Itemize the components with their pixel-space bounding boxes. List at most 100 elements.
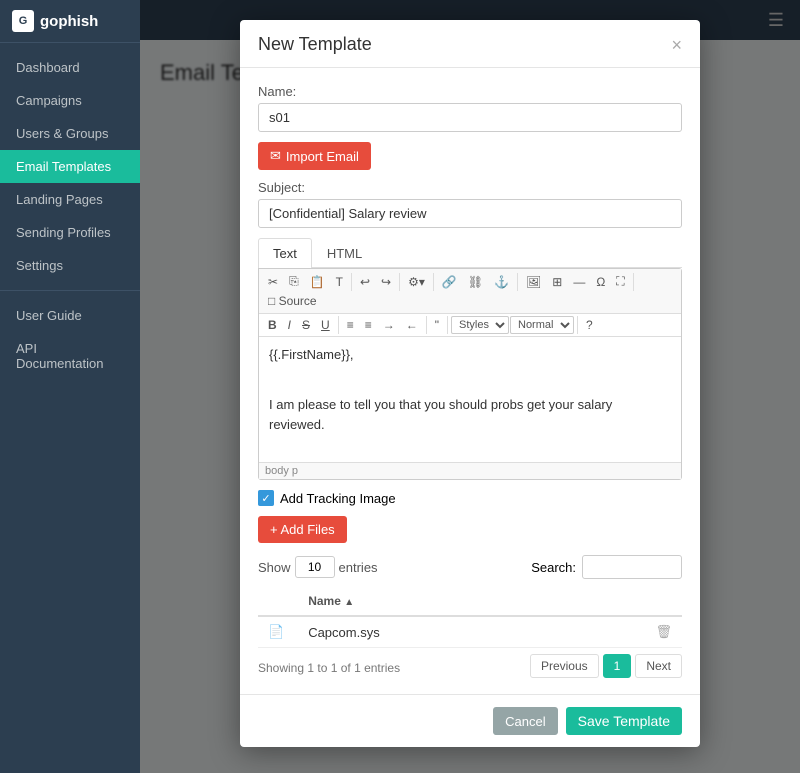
sidebar-item-campaigns[interactable]: Campaigns <box>0 84 140 117</box>
sidebar-item-users-groups[interactable]: Users & Groups <box>0 117 140 150</box>
import-btn-row: ✉ Import Email <box>258 142 682 170</box>
files-table: Name 📄 Capcom.sys <box>258 587 682 648</box>
editor-toolbar-2: B I S U ≡ ≡ → ← " <box>259 314 681 337</box>
modal-title: New Template <box>258 34 372 55</box>
col-icon <box>258 587 298 616</box>
editor-content-area[interactable]: {{.FirstName}}, I am please to tell you … <box>259 337 681 462</box>
cut-btn[interactable]: ✂ <box>263 273 283 291</box>
next-button[interactable]: Next <box>635 654 682 678</box>
file-icon: 📄 <box>268 624 284 639</box>
show-entries-row: Show entries <box>258 556 378 578</box>
sidebar-item-dashboard[interactable]: Dashboard <box>0 51 140 84</box>
sidebar-item-api-docs[interactable]: API Documentation <box>0 332 140 380</box>
outdent-btn[interactable]: ← <box>401 316 423 334</box>
files-table-body: 📄 Capcom.sys 🗑 <box>258 616 682 648</box>
modal-body: Name: ✉ Import Email Subject: Tex <box>240 68 700 694</box>
sep8 <box>447 316 448 334</box>
paste-btn[interactable]: 📋 <box>305 273 330 291</box>
editor-wrapper: ✂ ⎘ 📋 T ↩ ↪ ⚙▾ 🔗 ⛓ ⚓ <box>258 268 682 480</box>
sidebar-item-landing-pages[interactable]: Landing Pages <box>0 183 140 216</box>
sidebar-item-user-guide[interactable]: User Guide <box>0 299 140 332</box>
show-label: Show <box>258 560 291 575</box>
blockquote-btn[interactable]: " <box>430 316 444 334</box>
sidebar-item-settings[interactable]: Settings <box>0 249 140 282</box>
showing-text: Showing 1 to 1 of 1 entries <box>258 661 400 675</box>
editor-toolbar-1: ✂ ⎘ 📋 T ↩ ↪ ⚙▾ 🔗 ⛓ ⚓ <box>259 269 681 314</box>
entries-label: entries <box>339 560 378 575</box>
strikethrough-btn[interactable]: S <box>297 316 315 334</box>
subject-input[interactable] <box>258 199 682 228</box>
add-files-button[interactable]: + Add Files <box>258 516 347 543</box>
tracking-checkbox[interactable]: ✓ <box>258 490 274 506</box>
new-template-modal: New Template × Name: ✉ Import Email Subj… <box>240 20 700 747</box>
tracking-row: ✓ Add Tracking Image <box>258 490 682 506</box>
name-label: Name: <box>258 84 682 99</box>
name-input[interactable] <box>258 103 682 132</box>
cancel-button[interactable]: Cancel <box>493 707 557 735</box>
source-btn[interactable]: □ Source <box>263 292 322 310</box>
image-btn[interactable]: 🖼 <box>521 273 546 291</box>
file-name-cell: Capcom.sys <box>298 616 645 648</box>
save-template-button[interactable]: Save Template <box>566 707 682 735</box>
sep5 <box>633 273 634 291</box>
table-btn[interactable]: ⊞ <box>547 273 567 291</box>
underline-btn[interactable]: U <box>316 316 335 334</box>
undo-btn[interactable]: ↩ <box>355 273 375 291</box>
ol-btn[interactable]: ≡ <box>342 316 359 334</box>
editor-line-1: {{.FirstName}}, <box>269 345 671 366</box>
sidebar-divider <box>0 290 140 291</box>
modal-footer: Cancel Save Template <box>240 694 700 747</box>
table-row: 📄 Capcom.sys 🗑 <box>258 616 682 648</box>
editor-statusbar: body p <box>259 462 681 479</box>
styles-dropdown-btn[interactable]: ⚙▾ <box>403 273 430 291</box>
sep1 <box>351 273 352 291</box>
sep4 <box>517 273 518 291</box>
sidebar-item-email-templates[interactable]: Email Templates <box>0 150 140 183</box>
subject-label: Subject: <box>258 180 682 195</box>
italic-btn[interactable]: I <box>283 316 296 334</box>
search-row: Search: <box>531 555 682 579</box>
ul-btn[interactable]: ≡ <box>360 316 377 334</box>
sep9 <box>577 316 578 334</box>
help-btn[interactable]: ? <box>581 316 598 334</box>
unlink-btn[interactable]: ⛓ <box>463 273 488 291</box>
editor-body[interactable]: {{.FirstName}}, I am please to tell you … <box>259 337 681 462</box>
styles-select[interactable]: Styles <box>451 316 509 334</box>
prev-button[interactable]: Previous <box>530 654 599 678</box>
col-name[interactable]: Name <box>298 587 645 616</box>
tab-text[interactable]: Text <box>258 238 312 268</box>
sep3 <box>433 273 434 291</box>
special-btn[interactable]: Ω <box>591 273 610 291</box>
logo-icon: G <box>12 10 34 32</box>
file-icon-cell: 📄 <box>258 616 298 648</box>
sidebar-item-sending-profiles[interactable]: Sending Profiles <box>0 216 140 249</box>
modal-header: New Template × <box>240 20 700 68</box>
page-1-button[interactable]: 1 <box>603 654 632 678</box>
hr-btn[interactable]: — <box>568 273 590 291</box>
editor-line-4 <box>269 440 671 461</box>
editor-line-2 <box>269 370 671 391</box>
paste-text-btn[interactable]: T <box>331 273 348 291</box>
app-name: gophish <box>40 13 98 30</box>
import-email-button[interactable]: ✉ Import Email <box>258 142 371 170</box>
indent-btn[interactable]: → <box>378 316 400 334</box>
main-area: ☰ Email Templates New Template × Name: ✉… <box>140 0 800 773</box>
redo-btn[interactable]: ↪ <box>376 273 396 291</box>
files-search-input[interactable] <box>582 555 682 579</box>
copy-btn[interactable]: ⎘ <box>284 272 304 291</box>
bold-btn[interactable]: B <box>263 316 282 334</box>
modal-overlay: New Template × Name: ✉ Import Email Subj… <box>140 0 800 773</box>
tracking-label: Add Tracking Image <box>280 491 396 506</box>
delete-file-button[interactable]: 🗑 <box>655 624 672 639</box>
tab-html[interactable]: HTML <box>312 238 377 268</box>
close-button[interactable]: × <box>671 36 682 54</box>
anchor-btn[interactable]: ⚓ <box>489 273 514 291</box>
sep6 <box>338 316 339 334</box>
files-pagination: Previous 1 Next <box>530 654 682 678</box>
sidebar: G gophish Dashboard Campaigns Users & Gr… <box>0 0 140 773</box>
fullscreen-btn[interactable]: ⛶ <box>611 272 629 291</box>
files-table-header-row: Name <box>258 587 682 616</box>
show-entries-input[interactable] <box>295 556 335 578</box>
format-select[interactable]: Normal <box>510 316 574 334</box>
link-btn[interactable]: 🔗 <box>437 273 462 291</box>
